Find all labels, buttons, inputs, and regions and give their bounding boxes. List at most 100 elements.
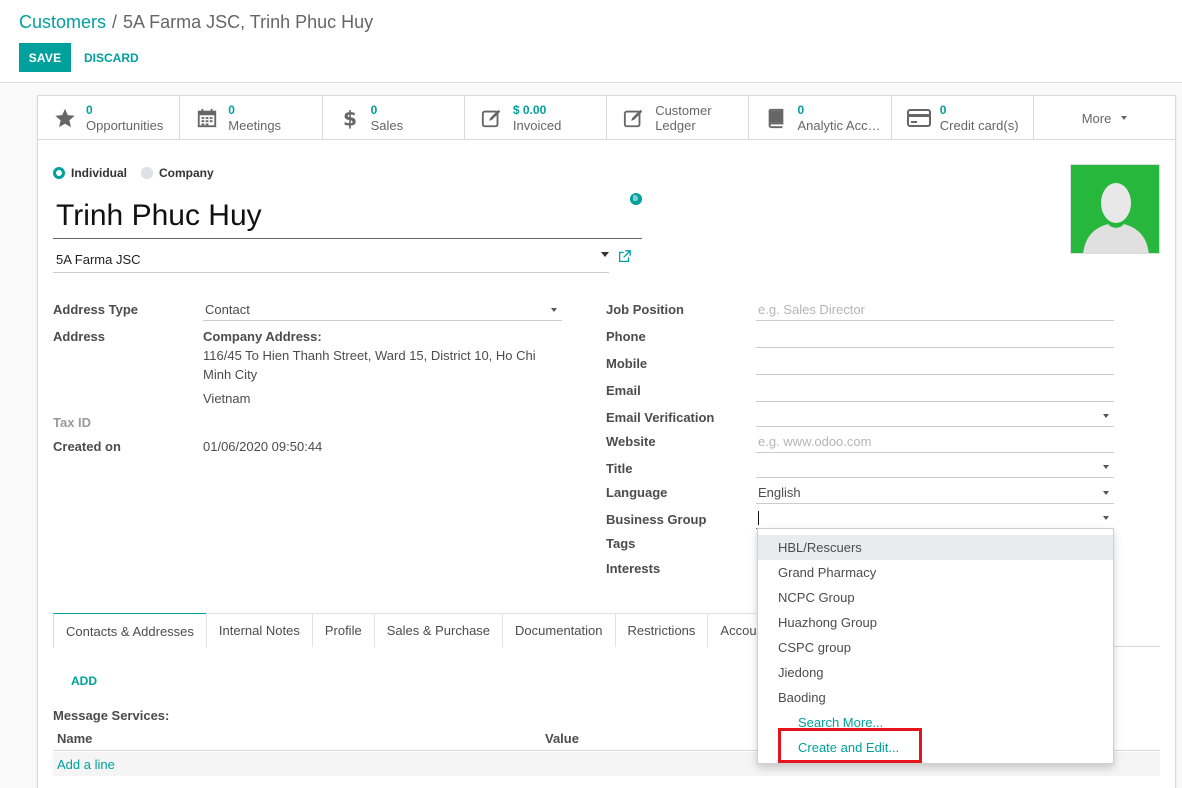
dropdown-option[interactable]: Jiedong [758, 660, 1113, 685]
email-verification-select[interactable] [756, 405, 1114, 427]
language-value: English [758, 485, 801, 500]
phone-input[interactable] [756, 326, 1114, 348]
radio-unselected-icon [141, 167, 154, 179]
title-label: Title [606, 461, 633, 476]
tab-internal-notes[interactable]: Internal Notes [205, 613, 313, 647]
chevron-down-icon [1121, 116, 1128, 120]
sales-button[interactable]: $ 0 Sales [323, 96, 465, 140]
dropdown-option[interactable]: HBL/Rescuers [758, 535, 1113, 560]
more-label: More [1081, 110, 1112, 126]
sales-count: 0 [370, 103, 378, 117]
sales-label: Sales [370, 118, 404, 133]
tags-label: Tags [606, 536, 636, 551]
book-icon [763, 105, 789, 131]
breadcrumb-current: 5A Farma JSC, Trinh Phuc Huy [123, 12, 374, 32]
address-line2: Minh City [203, 367, 258, 382]
invoiced-amount: $ 0.00 [512, 103, 547, 117]
mobile-input[interactable] [756, 353, 1114, 375]
company-address-title: Company Address: [203, 329, 322, 344]
analytic-accounts-count: 0 [797, 103, 805, 117]
invoiced-button[interactable]: $ 0.00 Invoiced [465, 96, 608, 140]
job-position-placeholder: e.g. Sales Director [758, 302, 865, 317]
discard-button[interactable]: DISCARD [84, 43, 139, 72]
created-on-label: Created on [53, 439, 121, 454]
message-services-label: Message Services: [53, 708, 170, 723]
column-header-name[interactable]: Name [57, 731, 92, 746]
address-label: Address [53, 329, 106, 344]
partner-name-input[interactable]: Trinh Phuc Huy [53, 193, 642, 239]
opportunities-label: Opportunities [86, 118, 164, 133]
globe-icon[interactable] [630, 193, 642, 205]
chevron-down-icon [1103, 414, 1109, 418]
customer-ledger-label-line2: Ledger [655, 118, 696, 133]
mobile-label: Mobile [606, 356, 648, 371]
business-group-input[interactable] [756, 507, 1114, 529]
address-type-select[interactable]: Contact [203, 299, 562, 321]
dropdown-option[interactable]: Grand Pharmacy [758, 560, 1113, 585]
breadcrumb: Customers /5A Farma JSC, Trinh Phuc Huy [19, 12, 373, 33]
breadcrumb-separator: / [112, 12, 118, 32]
opportunities-button[interactable]: 0 Opportunities [38, 96, 181, 140]
dollar-icon: $ [337, 105, 363, 131]
meetings-label: Meetings [228, 118, 282, 133]
column-header-value[interactable]: Value [545, 731, 579, 746]
website-placeholder: e.g. www.odoo.com [758, 434, 872, 449]
address-type-value: Contact [205, 302, 250, 317]
tax-id-label: Tax ID [53, 415, 92, 430]
chevron-down-icon [551, 308, 557, 312]
dropdown-option[interactable]: Baoding [758, 685, 1113, 710]
credit-cards-button[interactable]: 0 Credit card(s) [892, 96, 1035, 140]
save-button[interactable]: SAVE [19, 43, 71, 72]
customer-ledger-label-line1: Customer [655, 103, 712, 118]
tab-profile[interactable]: Profile [311, 613, 375, 647]
company-radio[interactable]: Company [141, 166, 214, 180]
tab-sales-purchase[interactable]: Sales & Purchase [373, 613, 504, 647]
radio-selected-icon [53, 167, 65, 179]
chevron-down-icon[interactable] [601, 252, 609, 257]
edit-icon [621, 105, 647, 131]
tab-restrictions[interactable]: Restrictions [614, 613, 709, 647]
text-cursor [758, 510, 759, 525]
dropdown-option[interactable]: Huazhong Group [758, 610, 1113, 635]
parent-company-input[interactable]: 5A Farma JSC [53, 246, 609, 273]
add-a-line-link[interactable]: Add a line [57, 757, 115, 772]
dropdown-option[interactable]: CSPC group [758, 635, 1113, 660]
email-input[interactable] [756, 380, 1114, 402]
opportunities-count: 0 [86, 103, 93, 117]
website-input[interactable]: e.g. www.odoo.com [756, 431, 1114, 453]
star-icon [52, 105, 78, 131]
email-label: Email [606, 383, 641, 398]
title-select[interactable] [756, 456, 1114, 478]
add-contact-button[interactable]: ADD [71, 674, 97, 688]
website-label: Website [606, 434, 656, 449]
external-link-icon[interactable] [618, 250, 631, 263]
credit-card-icon [906, 105, 932, 131]
smart-button-box: 0 Opportunities 0 Meetings $ 0 Sales $ 0.00… [38, 96, 1175, 140]
language-select[interactable]: English [756, 482, 1114, 504]
job-position-input[interactable]: e.g. Sales Director [756, 299, 1114, 321]
address-country: Vietnam [203, 391, 251, 406]
individual-radio[interactable]: Individual [53, 166, 127, 180]
phone-label: Phone [606, 329, 646, 344]
control-panel: Customers /5A Farma JSC, Trinh Phuc Huy S… [0, 0, 1182, 83]
address-line1: 116/45 To Hien Thanh Street, Ward 15, Di… [203, 348, 536, 363]
invoiced-label: Invoiced [512, 118, 562, 133]
analytic-accounts-button[interactable]: 0 Analytic Acc… [749, 96, 892, 140]
highlight-annotation-box [778, 728, 922, 763]
avatar[interactable] [1070, 164, 1160, 254]
business-group-label: Business Group [606, 512, 707, 527]
customer-ledger-button[interactable]: Customer Ledger [607, 96, 750, 140]
dropdown-option[interactable]: NCPC Group [758, 585, 1113, 610]
meetings-button[interactable]: 0 Meetings [180, 96, 323, 140]
breadcrumb-customers-link[interactable]: Customers [19, 12, 106, 32]
credit-cards-label: Credit card(s) [939, 118, 1019, 133]
more-button[interactable]: More [1034, 96, 1175, 140]
meetings-count: 0 [228, 103, 235, 117]
chevron-down-icon [1103, 516, 1109, 520]
tab-contacts-addresses[interactable]: Contacts & Addresses [53, 613, 207, 648]
individual-label: Individual [71, 166, 128, 180]
email-verification-label: Email Verification [606, 410, 715, 425]
tab-documentation[interactable]: Documentation [502, 613, 616, 647]
interests-label: Interests [606, 561, 661, 576]
company-label: Company [159, 166, 214, 180]
